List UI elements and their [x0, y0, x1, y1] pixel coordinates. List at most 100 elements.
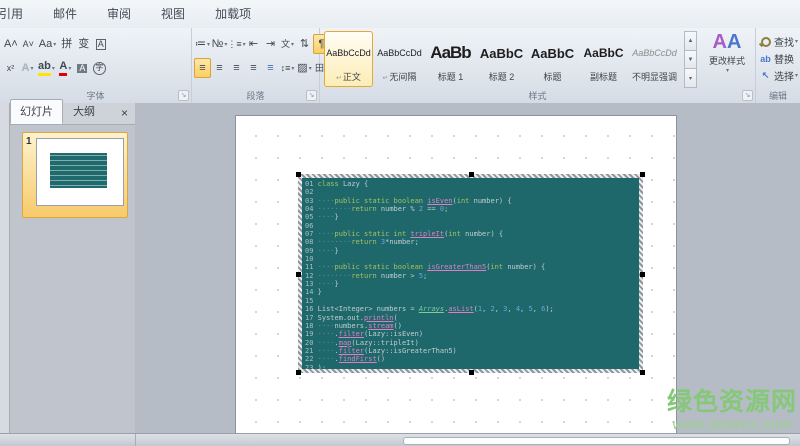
watermark-title: 绿色资源网 — [667, 389, 797, 417]
slide-thumbnail-selected[interactable]: 1 — [22, 132, 128, 218]
code-line: 14 } — [305, 288, 639, 296]
asian-layout-button[interactable]: 文▾ — [279, 34, 296, 54]
select-button[interactable]: ↖选择▾ — [759, 67, 800, 84]
code-line: 12 ········return number > 5; — [305, 272, 639, 280]
horizontal-scrollbar-thumb[interactable] — [403, 437, 790, 445]
font-dialog-launcher-icon[interactable]: ↘ — [178, 90, 189, 101]
justify-button[interactable]: ≡ — [245, 58, 262, 78]
paragraph-mark-icon: ↵ — [336, 75, 342, 82]
code-line: 19 ····.filter(Lazy::isEven) — [305, 330, 639, 338]
code-token: ···· — [318, 339, 335, 347]
ribbon-tab[interactable]: 邮件 — [38, 0, 92, 28]
sort-button[interactable]: ⇅ — [296, 34, 313, 54]
style-preview: AaBbCcDd — [326, 36, 371, 70]
replace-button[interactable]: ab替换 — [759, 50, 800, 67]
resize-handle[interactable] — [640, 370, 645, 375]
enclose-characters-button[interactable]: 字 — [91, 58, 108, 78]
chevron-down-icon: ▾ — [52, 65, 55, 72]
ribbon-tab[interactable]: 审阅 — [92, 0, 146, 28]
paragraph-dialog-launcher-icon[interactable]: ↘ — [306, 90, 317, 101]
code-line: 22 ····.findFirst() — [305, 355, 639, 363]
font-color-button[interactable]: A▾ — [57, 58, 74, 78]
ribbon-tab[interactable]: 引用 — [0, 0, 38, 28]
code-token: ; — [444, 205, 448, 213]
grow-font-button[interactable]: A˄ — [2, 34, 20, 54]
shading-button[interactable]: ▨▾ — [296, 58, 313, 78]
phonetic-guide-button[interactable]: 拼 — [58, 34, 75, 54]
increase-indent-button[interactable]: ⇥ — [262, 34, 279, 54]
slide[interactable]: 01 class Lazy {02 03 ····public static b… — [235, 115, 677, 433]
character-shading-button[interactable]: A — [74, 58, 91, 78]
bullets-icon: ≔ — [195, 39, 206, 50]
resize-handle[interactable] — [640, 272, 645, 277]
slides-panel-tabs: 幻灯片大纲× — [10, 103, 135, 125]
resize-handle[interactable] — [296, 370, 301, 375]
code-textbox-object[interactable]: 01 class Lazy {02 03 ····public static b… — [298, 174, 643, 373]
code-token: ); — [545, 305, 553, 313]
sidebar-tab[interactable]: 幻灯片 — [10, 99, 63, 124]
superscript-button[interactable]: x² — [2, 58, 19, 78]
code-token: 18 — [305, 322, 318, 330]
gallery-scroll-up-button[interactable]: ▲ — [684, 31, 697, 51]
shrink-font-icon: A˅ — [23, 40, 34, 49]
resize-handle[interactable] — [296, 272, 301, 277]
distributed-button[interactable]: ≡ — [262, 58, 279, 78]
code-token: class — [318, 180, 339, 188]
code-line: 11 ····public static boolean isGreaterTh… — [305, 263, 639, 271]
bullets-button[interactable]: ≔▾ — [194, 34, 211, 54]
code-token: tripleIt — [410, 230, 444, 238]
sidebar-tab[interactable]: 大纲 — [63, 99, 105, 124]
ribbon-tab[interactable]: 加载项 — [200, 0, 266, 28]
gallery-scroll-down-button[interactable]: ▼ — [684, 50, 697, 70]
style-item[interactable]: AaBbCcDd↵无间隔 — [375, 31, 424, 87]
styles-dialog-launcher-icon[interactable]: ↘ — [742, 90, 753, 101]
code-token: ···· — [318, 230, 335, 238]
character-border-button[interactable]: A — [92, 34, 109, 54]
change-case-button[interactable]: Aa▾ — [37, 34, 58, 54]
resize-handle[interactable] — [640, 172, 645, 177]
magnifier-icon — [761, 37, 771, 47]
code-line: 08 ········return 3*number; — [305, 238, 639, 246]
close-icon[interactable]: × — [114, 105, 135, 124]
code-line: 16 List<Integer> numbers = Arrays.asList… — [305, 305, 639, 313]
align-left-button[interactable]: ≡ — [194, 58, 211, 78]
slide-editing-canvas[interactable]: 01 class Lazy {02 03 ····public static b… — [135, 103, 800, 433]
code-block[interactable]: 01 class Lazy {02 03 ····public static b… — [302, 178, 639, 369]
styles-group: AaBbCcDd↵正文AaBbCcDd↵无间隔AaBb标题 1AaBbC标题 2… — [320, 28, 756, 103]
numbering-button[interactable]: №▾ — [211, 34, 228, 54]
code-token: System.out. — [318, 314, 364, 322]
chevron-down-icon: ▾ — [291, 41, 294, 48]
text-effects-button[interactable]: A▾ — [19, 58, 36, 78]
resize-handle[interactable] — [469, 370, 474, 375]
change-styles-button[interactable]: AA 更改样式 ▾ — [702, 31, 752, 95]
shrink-font-button[interactable]: A˅ — [20, 34, 37, 54]
text-highlight-color-button[interactable]: ab▾ — [36, 58, 57, 78]
chevron-down-icon: ▾ — [309, 65, 312, 72]
code-token: List<Integer> numbers = — [318, 305, 419, 313]
style-item[interactable]: AaBbCcDd↵正文 — [324, 31, 373, 87]
code-line: 01 class Lazy { — [305, 180, 639, 188]
resize-handle[interactable] — [469, 172, 474, 177]
resize-handle[interactable] — [296, 172, 301, 177]
gallery-more-button[interactable]: ▾ — [684, 68, 697, 88]
code-token: return — [351, 205, 376, 213]
ribbon-tab[interactable]: 视图 — [146, 0, 200, 28]
chinese-conversion-button[interactable]: 变 — [75, 34, 92, 54]
code-token: ); — [318, 364, 326, 369]
bottom-bar — [0, 433, 800, 446]
style-item[interactable]: AaBbC标题 2 — [477, 31, 526, 87]
chevron-down-icon: ▾ — [68, 65, 71, 72]
find-icon — [759, 37, 772, 47]
code-token: public static boolean — [335, 197, 428, 205]
style-item[interactable]: AaBbC标题 — [528, 31, 577, 87]
decrease-indent-button[interactable]: ⇤ — [245, 34, 262, 54]
style-item[interactable]: AaBbC副标题 — [579, 31, 628, 87]
line-spacing-button[interactable]: ↕≡▾ — [279, 58, 296, 78]
style-item[interactable]: AaBbCcDd不明显强调 — [630, 31, 679, 87]
multilevel-list-button[interactable]: ⋮≡▾ — [228, 34, 245, 54]
align-right-button[interactable]: ≡ — [228, 58, 245, 78]
find-button[interactable]: 查找▾ — [759, 33, 800, 50]
style-item[interactable]: AaBb标题 1 — [426, 31, 475, 87]
align-center-button[interactable]: ≡ — [211, 58, 228, 78]
code-token: ···· — [318, 247, 335, 255]
